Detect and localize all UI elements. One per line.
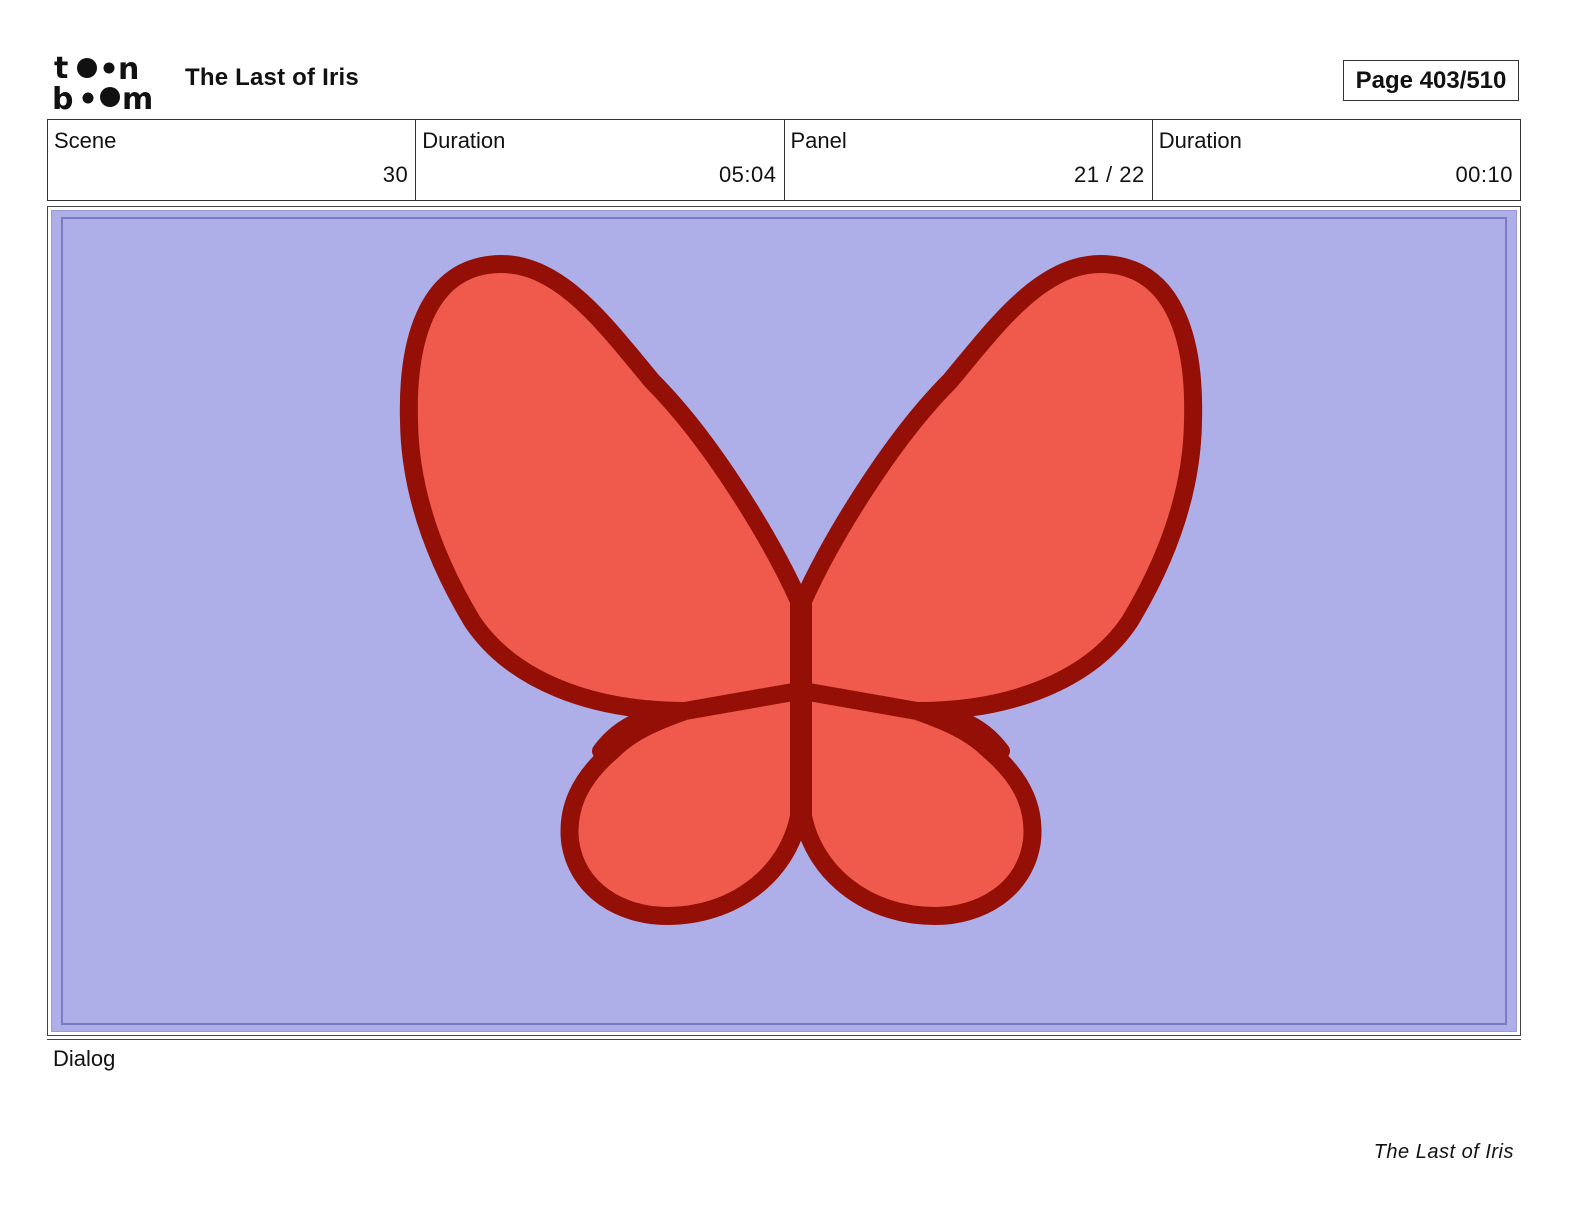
project-title: The Last of Iris	[185, 64, 359, 91]
scene-label: Scene	[54, 128, 117, 153]
panel-value: 21 / 22	[1073, 162, 1145, 187]
scene-duration-cell: Duration 05:04	[415, 120, 783, 200]
scene-duration-label: Duration	[422, 128, 506, 153]
safe-area-frame	[61, 217, 1507, 1025]
panel-duration-value: 00:10	[1455, 162, 1513, 187]
dialog-label: Dialog	[53, 1046, 116, 1071]
svg-text:b: b	[52, 82, 73, 112]
scene-cell: Scene 30	[48, 120, 415, 200]
scene-duration-value: 05:04	[718, 162, 777, 187]
scene-info-table: Scene 30 Duration 05:04 Panel 21 / 22 Du…	[47, 119, 1521, 201]
dialog-separator	[47, 1039, 1521, 1040]
toon-boom-logo: t n b m	[52, 52, 153, 112]
panel-duration-label: Duration	[1158, 128, 1242, 153]
scene-value: 30	[382, 162, 409, 187]
panel-duration-cell: Duration 00:10	[1151, 120, 1520, 200]
panel-image-frame	[47, 206, 1521, 1036]
panel-cell: Panel 21 / 22	[783, 120, 1152, 200]
page-number-badge: Page 403/510	[1343, 60, 1519, 101]
panel-label: Panel	[790, 128, 847, 153]
svg-text:t: t	[54, 52, 68, 86]
svg-text:m: m	[122, 82, 153, 112]
storyboard-page: t n b m The Last of Iris Page 403/510 Sc…	[0, 0, 1584, 1224]
panel-canvas	[51, 210, 1517, 1032]
footer-project-title: The Last of Iris	[1373, 1141, 1514, 1163]
